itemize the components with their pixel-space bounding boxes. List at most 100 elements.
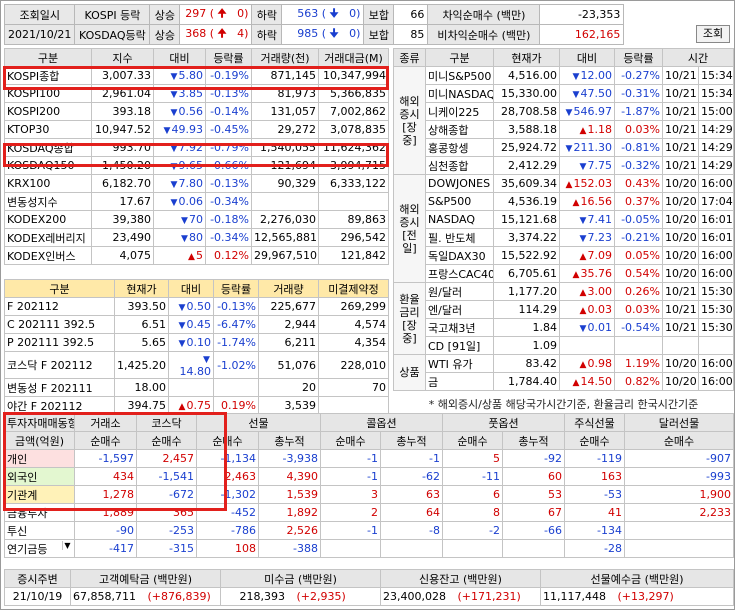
index-change: ▼ 70 [153,210,206,229]
overseas-name: WTI 유가 [425,354,494,373]
footer-deposit: 67,858,711 (+876,839) [70,587,221,606]
footer-receivable-value: 218,393 [239,590,286,603]
overseas-row[interactable]: CD [91일] 1.09 [394,336,734,355]
overseas-row[interactable]: 심천종합 2,412.29 ▼ 7.75 -0.32% 10/21 14:29 [394,156,734,175]
down-triangle-icon: ▼ [579,234,587,244]
investor-row[interactable]: 외국인 434 -1,541 2,463 4,390 -1 -62 -11 60 163 -993 [4,467,734,486]
overseas-row[interactable]: 니케이225 28,708.58 ▼ 546.97 -1.87% 10/21 15:00 [394,102,734,121]
investor-value [442,539,503,558]
investor-value [502,539,565,558]
overseas-change: ▼ 0.01 [559,318,615,337]
overseas-date: 10/21 [662,156,699,175]
overseas-time: 15:34 [698,66,734,85]
investor-row[interactable]: 투신 -90 -253 -786 2,526 -1 -8 -2 -66 -134 [4,521,734,540]
index-row[interactable]: KOSDAQ150 1,450.20 ▼ 9.65 -0.66% 121,694 3,994… [4,156,389,175]
overseas-rate: 0.82% [614,372,663,391]
dropdown-arrow-icon[interactable]: ▼ [62,540,72,550]
investor-row[interactable]: 개인 -1,597 2,457 -1,134 -3,938 -1 -1 5 -92 -119 -90… [4,449,734,468]
overseas-row[interactable]: 필. 반도체 3,374.22 ▼ 7.23 -0.21% 10/20 16:01 [394,228,734,247]
index-rate: -0.14% [205,102,252,121]
investor-value: 1,539 [258,485,321,504]
overseas-row[interactable]: 독일DAX30 15,522.92 ▲ 7.09 0.05% 10/20 16:00 [394,246,734,265]
investor-top-header: 콜옵션 [320,413,443,432]
up-triangle-icon: ▲ [188,252,195,262]
futures-row[interactable]: F 202112 393.50 ▼ 0.50 -0.13% 225,677 269,299 [4,297,389,316]
futures-row[interactable]: 야간 F 202112 394.75 ▲ 0.75 0.19% 3,539 [4,396,389,415]
up-triangle-icon: ▲ [579,288,587,298]
overseas-group-label: 환율 금리 [장중] [393,282,426,355]
footer-credit: 23,400,028 (+171,231) [380,587,541,606]
futures-open-interest: 4,574 [318,315,389,334]
futures-row[interactable]: P 202111 392.5 5.65 ▼ 0.10 -1.74% 6,211 4,354 [4,333,389,352]
futures-row[interactable]: C 202111 392.5 6.51 ▼ 0.45 -6.47% 2,944 4,574 [4,315,389,334]
investor-value: -2 [442,521,503,540]
futures-row[interactable]: 코스닥 F 202112 1,425.20 ▼ 14.80 -1.02% 51,076 22… [4,351,389,379]
overseas-row[interactable]: 해외 증시 [장중] 미니S&P500 4,516.00 ▼ 12.00 -0.27% 10… [393,66,734,175]
overseas-name: S&P500 [425,192,494,211]
overseas-change: ▲ 35.76 [559,264,615,283]
futures-volume: 20 [258,378,319,397]
kosdaq-flat-value: 85 [393,24,429,45]
futures-price: 1,425.20 [114,351,169,379]
overseas-price: 15,522.92 [493,246,560,265]
index-row[interactable]: KODEX200 39,380 ▼ 70 -0.18% 2,276,030 89,863 [4,210,389,229]
overseas-time: 14:29 [698,156,734,175]
futures-col-header: 대비 [168,279,214,298]
index-name: KODEX인버스 [4,246,92,265]
index-row[interactable]: 변동성지수 17.67 ▼ 0.06 -0.34% [4,192,389,211]
investor-row[interactable]: 금융투자 1,889 365 -452 1,892 2 64 8 67 41 2,233 [4,503,734,522]
down-triangle-icon: ▼ [178,339,186,349]
overseas-change: ▲ 14.50 [559,372,615,391]
index-volume: 131,057 [251,102,319,121]
index-name: KOSDAQ종합 [4,138,92,157]
index-row[interactable]: KRX100 6,182.70 ▼ 7.80 -0.13% 90,329 6,333,122 [4,174,389,193]
overseas-date: 10/21 [662,318,699,337]
index-amount: 5,366,835 [318,84,389,103]
overseas-row[interactable]: NASDAQ 15,121.68 ▼ 7.41 -0.05% 10/20 16:01 [394,210,734,229]
index-row[interactable]: KTOP30 10,947.52 ▼ 49.93 -0.45% 29,272 3,078,8… [4,120,389,139]
overseas-row[interactable]: 프랑스CAC40 6,705.61 ▲ 35.76 0.54% 10/20 16:00 [394,264,734,283]
index-row[interactable]: KOSDAQ종합 993.70 ▼ 7.92 -0.79% 1,540,055 11,624… [4,138,389,157]
down-triangle-icon: ▼ [579,162,587,172]
investor-row[interactable]: 기관계 1,278 -672 -1,302 1,539 3 63 6 53 -53 1,900 [4,485,734,504]
index-row[interactable]: KOSPI100 2,961.04 ▼ 3.85 -0.13% 81,973 5,366,8… [4,84,389,103]
investor-row[interactable]: 연기금등 ▼ -417 -315 108 -388 -28 [4,539,734,558]
overseas-rate: 0.54% [614,264,663,283]
overseas-row[interactable]: 상품 WTI 유가 83.42 ▲ 0.98 1.19% 10/20 16:00 [393,354,734,391]
futures-row[interactable]: 변동성 F 202111 18.00 20 70 [4,378,389,397]
overseas-name: 미니S&P500 [425,66,494,85]
overseas-price: 1,784.40 [493,372,560,391]
overseas-row[interactable]: 환율 금리 [장중] 원/달러 1,177.20 ▲ 3.00 0.26% 10/21 15:… [393,282,734,355]
overseas-row[interactable]: 금 1,784.40 ▲ 14.50 0.82% 10/20 16:00 [394,372,734,391]
investor-value: 1,278 [74,485,137,504]
overseas-row[interactable]: 홍콩항셍 25,924.72 ▼ 211.30 -0.81% 10/21 14:29 [394,138,734,157]
overseas-change: ▲ 16.56 [559,192,615,211]
futures-table: 구분 현재가 대비 등락률 거래량 미결제약정 F 202112 393.50 ▼ 0.50 -0… [4,279,389,415]
investor-top-header: 주식선물 [564,413,625,432]
query-button[interactable]: 조회 [696,25,730,43]
overseas-note: * 해외증시/상품 해당국가시간기준, 환율금리 한국시간기준 [428,398,699,411]
index-name: 변동성지수 [4,192,92,211]
overseas-date: 10/21 [662,300,699,319]
overseas-row[interactable]: 미니NASDAQ 15,330.00 ▼ 47.50 -0.31% 10/21 15:34 [394,84,734,103]
down-triangle-icon: ▼ [572,72,580,82]
overseas-row[interactable]: S&P500 4,536.19 ▲ 16.56 0.37% 10/20 17:04 [394,192,734,211]
overseas-row[interactable]: 해외 증시 [전일] DOWJONES 35,609.34 ▲ 152.03 0.43% 1… [393,174,734,283]
index-name: KTOP30 [4,120,92,139]
investor-value: 60 [502,467,565,486]
index-row[interactable]: KOSPI종합 3,007.33 ▼ 5.80 -0.19% 871,145 10,347,… [4,66,389,85]
index-row[interactable]: KODEX레버리지 23,490 ▼ 80 -0.34% 12,565,881 296,54… [4,228,389,247]
index-row[interactable]: KODEX인버스 4,075 ▲ 5 0.12% 29,967,510 121,842 [4,246,389,265]
overseas-change: ▼ 211.30 [559,138,615,157]
down-triangle-icon: ▼ [170,162,178,172]
down-triangle-icon: ▼ [178,303,186,313]
overseas-row[interactable]: 상해종합 3,588.18 ▲ 1.18 0.03% 10/21 14:29 [394,120,734,139]
index-value: 39,380 [91,210,154,229]
investor-value [380,539,443,558]
overseas-date: 10/20 [662,174,699,193]
index-change: ▲ 5 [153,246,206,265]
futures-col-header: 거래량 [258,279,319,298]
overseas-row[interactable]: 엔/달러 114.29 ▲ 0.03 0.03% 10/21 15:30 [394,300,734,319]
overseas-row[interactable]: 국고채3년 1.84 ▼ 0.01 -0.54% 10/21 15:30 [394,318,734,337]
index-row[interactable]: KOSPI200 393.18 ▼ 0.56 -0.14% 131,057 7,002,86… [4,102,389,121]
